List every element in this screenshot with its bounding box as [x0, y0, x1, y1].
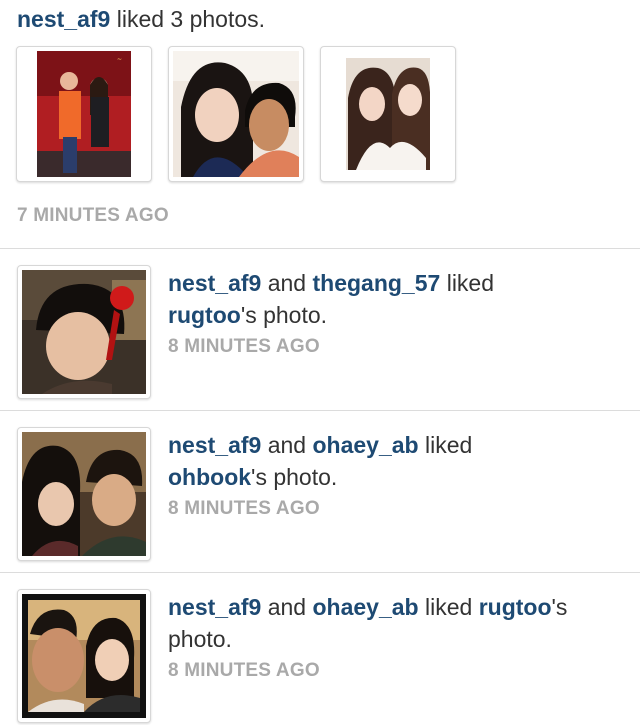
liked-text: liked: [418, 432, 473, 458]
timestamp: 8 MINUTES AGO: [168, 336, 320, 357]
photo-thumbnail[interactable]: [17, 589, 151, 723]
feed-item: nest_af9 and ohaey_ab liked ohbook's phot…: [0, 411, 640, 573]
photo-suffix: 's photo.: [240, 302, 328, 328]
username-link[interactable]: nest_af9: [168, 270, 261, 296]
connector-text: and: [261, 270, 313, 296]
feed-item: nest_af9 and thegang_57 liked rugtoo's ph…: [0, 249, 640, 411]
username-link[interactable]: thegang_57: [312, 270, 440, 296]
photo-thumbnails: ~: [16, 46, 456, 182]
photo-suffix: 's photo.: [251, 464, 338, 490]
photo-image: [22, 594, 146, 718]
feed-item: nest_af9 and ohaey_ab liked rugtoo's pho…: [0, 573, 640, 723]
photo-thumbnail[interactable]: [17, 265, 151, 399]
photo-thumbnail[interactable]: ~: [16, 46, 152, 182]
owner-link[interactable]: rugtoo: [479, 594, 552, 620]
username-link[interactable]: nest_af9: [17, 6, 110, 32]
photo-image: [22, 432, 146, 556]
photo-thumbnail[interactable]: [168, 46, 304, 182]
activity-text: nest_af9 and ohaey_ab liked ohbook's phot…: [168, 429, 628, 521]
username-link[interactable]: ohaey_ab: [312, 594, 418, 620]
owner-link[interactable]: rugtoo: [168, 302, 241, 328]
owner-link[interactable]: ohbook: [168, 464, 251, 490]
username-link[interactable]: nest_af9: [168, 594, 261, 620]
feed-item-top: nest_af9 liked 3 photos. ~ 7 MINUTES AGO: [0, 0, 640, 249]
photo-image: [173, 51, 299, 177]
liked-text: liked: [440, 270, 495, 296]
username-link[interactable]: ohaey_ab: [312, 432, 418, 458]
photo-thumbnail[interactable]: [320, 46, 456, 182]
svg-text:~: ~: [117, 56, 122, 63]
photo-image: [346, 58, 430, 170]
activity-text: nest_af9 liked 3 photos.: [17, 6, 265, 33]
activity-text: nest_af9 and ohaey_ab liked rugtoo's pho…: [168, 591, 628, 683]
photo-image: ~: [37, 51, 131, 177]
liked-text: liked: [418, 594, 479, 620]
timestamp: 8 MINUTES AGO: [168, 498, 320, 519]
connector-text: and: [261, 594, 313, 620]
timestamp: 8 MINUTES AGO: [168, 660, 320, 681]
photo-thumbnail[interactable]: [17, 427, 151, 561]
timestamp: 7 MINUTES AGO: [17, 205, 169, 226]
activity-text: nest_af9 and thegang_57 liked rugtoo's ph…: [168, 267, 628, 359]
photo-image: [22, 270, 146, 394]
username-link[interactable]: nest_af9: [168, 432, 261, 458]
connector-text: and: [261, 432, 313, 458]
activity-action: liked 3 photos.: [110, 6, 266, 32]
